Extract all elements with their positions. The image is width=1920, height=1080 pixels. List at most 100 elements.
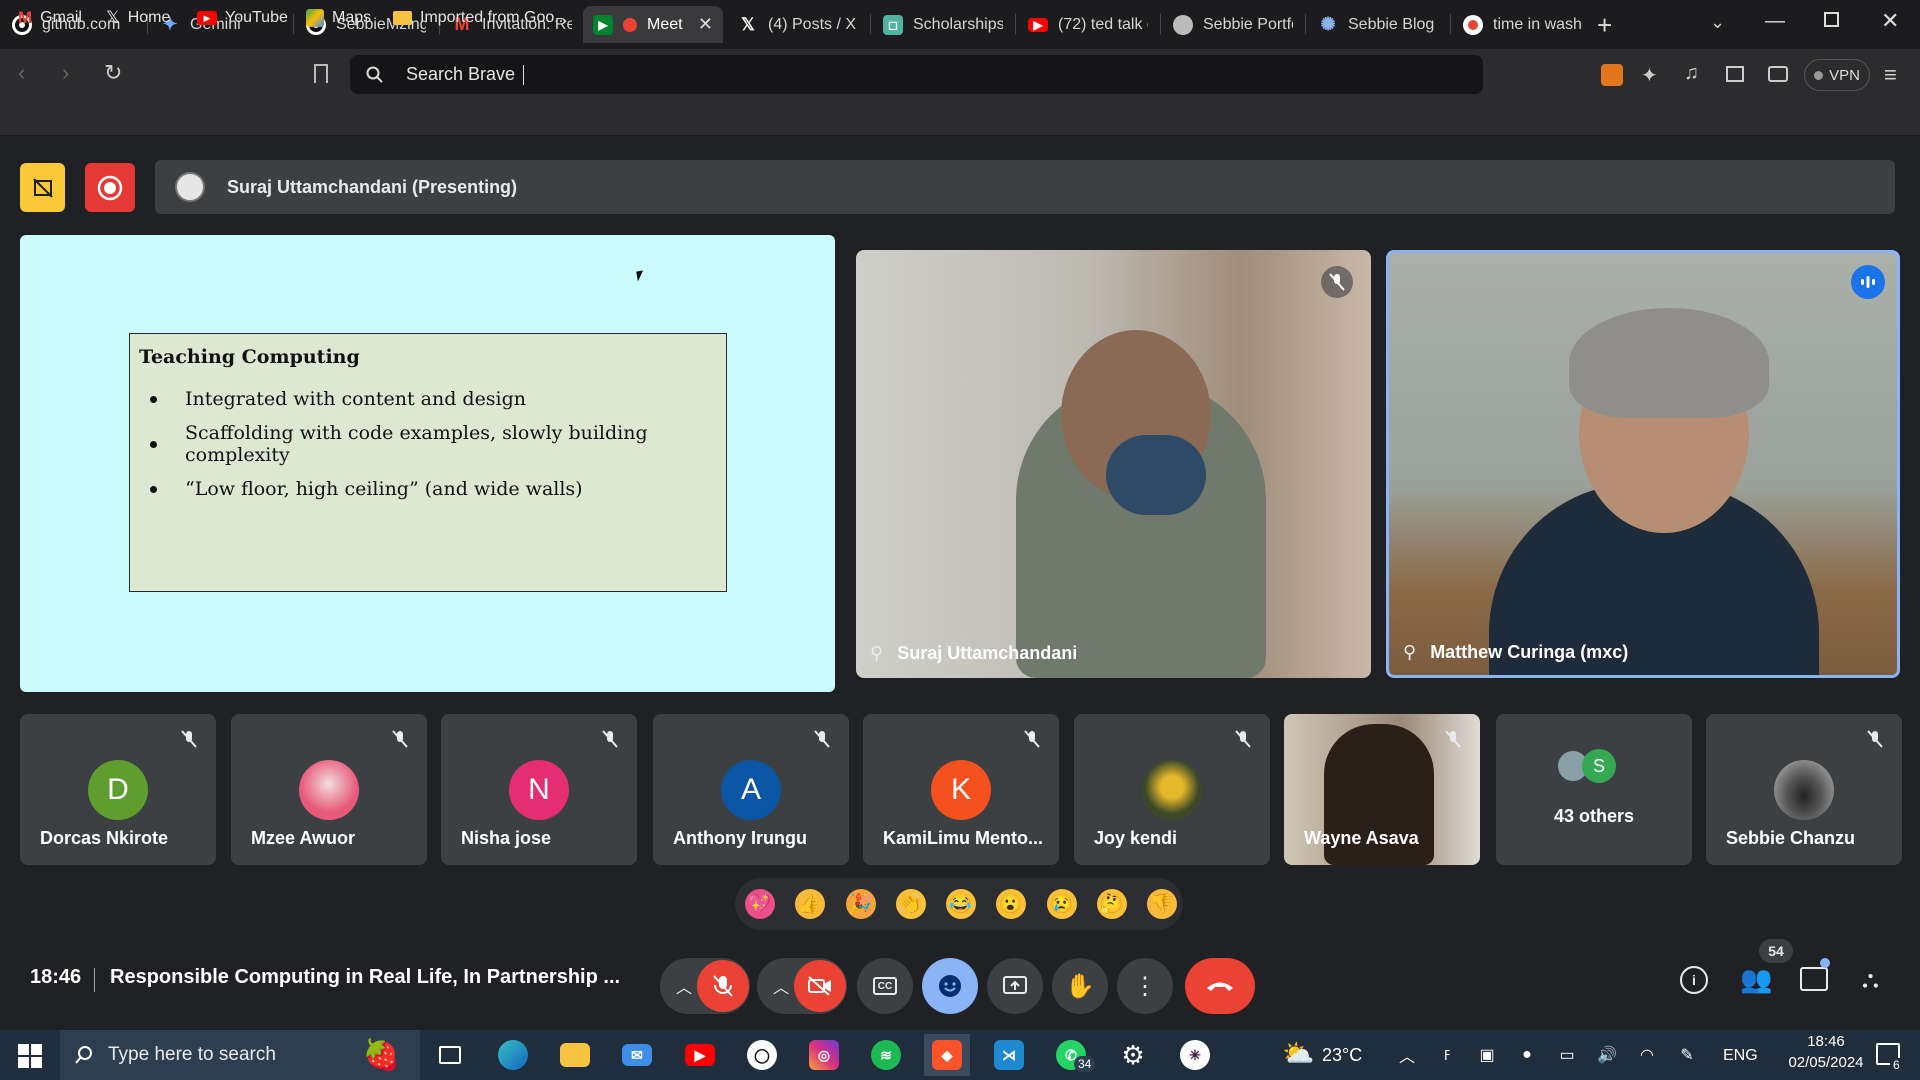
pin-icon[interactable]: ⚲: [1403, 642, 1416, 663]
extensions-icon[interactable]: ✦: [1641, 63, 1658, 88]
edge-icon[interactable]: [490, 1034, 536, 1076]
chat-icon[interactable]: [1800, 967, 1828, 991]
weather-icon[interactable]: ⛅: [1282, 1038, 1314, 1069]
bookmark-home[interactable]: 𝕏 Home: [106, 6, 170, 30]
clock[interactable]: 18:46 02/05/2024: [1780, 1033, 1872, 1071]
tab-youtube-ted[interactable]: ▶ (72) ted talk c: [1018, 6, 1158, 43]
tab-portfolio[interactable]: Sebbie Portfo: [1163, 6, 1303, 43]
minimize-icon[interactable]: —: [1765, 10, 1785, 33]
bookmark-label: Gmail: [40, 9, 82, 26]
pin-icon[interactable]: ⚲: [870, 643, 883, 664]
reaction-party-icon[interactable]: 🎉: [838, 878, 883, 930]
participant-tile-video[interactable]: Wayne Asava: [1284, 714, 1480, 865]
bookmark-folder-imported[interactable]: Imported from Goo...: [393, 6, 568, 30]
file-explorer-icon[interactable]: [552, 1034, 598, 1076]
reaction-heart-icon[interactable]: 💖: [737, 878, 782, 930]
slide-title: Teaching Computing: [139, 346, 360, 368]
participant-tile[interactable]: N Nisha jose: [441, 714, 637, 865]
camera-options-chevron-icon[interactable]: ︿: [773, 974, 789, 998]
reaction-thumbs-down-icon[interactable]: 👎: [1139, 878, 1184, 930]
video-tile-suraj[interactable]: ⚲ Suraj Uttamchandani: [856, 250, 1371, 678]
close-window-icon[interactable]: ✕: [1881, 8, 1899, 34]
slack-icon[interactable]: ✳: [1172, 1034, 1218, 1076]
tab-time-washington[interactable]: time in washi: [1453, 6, 1593, 43]
spotify-icon[interactable]: ≋: [863, 1034, 909, 1076]
mic-tray-icon[interactable]: ●: [1514, 1042, 1540, 1068]
participant-tile[interactable]: A Anthony Irungu: [653, 714, 849, 865]
address-bar[interactable]: Search Brave: [350, 55, 1483, 94]
wifi-icon[interactable]: ◠: [1634, 1042, 1660, 1068]
pen-icon[interactable]: ✎: [1674, 1042, 1700, 1068]
windows-start-icon[interactable]: [18, 1044, 42, 1068]
tray-chevron-icon[interactable]: ︿: [1394, 1042, 1420, 1068]
brave-icon[interactable]: ◆: [924, 1034, 970, 1076]
bookmark-icon[interactable]: [314, 64, 328, 83]
volume-icon[interactable]: 🔊: [1594, 1042, 1620, 1068]
activities-icon[interactable]: ⛬: [1862, 966, 1879, 994]
reaction-thumbs-up-icon[interactable]: 👍: [787, 878, 832, 930]
metamask-icon[interactable]: [1601, 64, 1623, 86]
tab-scholarships[interactable]: ◻ Scholarships: [873, 6, 1013, 43]
vpn-button[interactable]: VPN: [1804, 59, 1870, 91]
leave-call-button[interactable]: [1185, 958, 1255, 1014]
language-indicator[interactable]: ENG: [1723, 1047, 1758, 1065]
tab-blog[interactable]: ✺ Sebbie Blog: [1308, 6, 1448, 43]
people-icon[interactable]: 👥: [1740, 964, 1772, 995]
new-tab-icon[interactable]: +: [1597, 10, 1612, 41]
bookmark-youtube[interactable]: ▶ YouTube: [197, 6, 288, 30]
tile-label: ⚲ Matthew Curinga (mxc): [1403, 642, 1628, 663]
tray-app-icon[interactable]: ߓ: [1434, 1042, 1460, 1068]
tab-x-posts[interactable]: 𝕏 (4) Posts / X: [728, 6, 868, 43]
taskbar-search-box[interactable]: Type here to search 🍓: [60, 1030, 420, 1080]
participant-tile[interactable]: D Dorcas Nkirote: [20, 714, 216, 865]
recording-button[interactable]: [85, 163, 135, 212]
reaction-laugh-icon[interactable]: 😂: [938, 878, 983, 930]
mic-options-chevron-icon[interactable]: ︿: [676, 974, 692, 998]
participant-tile[interactable]: Mzee Awuor: [231, 714, 427, 865]
battery-icon[interactable]: ▭: [1554, 1042, 1580, 1068]
meeting-tools-button[interactable]: [20, 163, 65, 212]
emoji-button[interactable]: [922, 958, 978, 1014]
settings-icon[interactable]: ⚙: [1110, 1034, 1156, 1076]
reaction-thinking-icon[interactable]: 🤔: [1089, 878, 1134, 930]
participant-tile[interactable]: Sebbie Chanzu: [1706, 714, 1902, 865]
camera-tray-icon[interactable]: ▣: [1474, 1042, 1500, 1068]
task-view-icon[interactable]: [427, 1034, 473, 1076]
youtube-icon: ▶: [197, 11, 217, 25]
more-options-button[interactable]: ⋮: [1117, 958, 1173, 1014]
bookmark-label: Imported from Goo...: [420, 9, 568, 26]
maximize-icon[interactable]: [1824, 12, 1839, 27]
participant-tile[interactable]: Joy kendi: [1074, 714, 1270, 865]
video-tile-matthew[interactable]: ⚲ Matthew Curinga (mxc): [1386, 250, 1900, 678]
present-button[interactable]: [987, 958, 1043, 1014]
wallet-icon[interactable]: [1768, 66, 1788, 82]
mic-button[interactable]: [697, 960, 749, 1012]
raise-hand-button[interactable]: ✋: [1052, 958, 1108, 1014]
youtube-icon[interactable]: ▶: [677, 1034, 723, 1076]
mail-icon[interactable]: ✉: [614, 1034, 660, 1076]
whatsapp-icon[interactable]: ◯: [739, 1034, 785, 1076]
menu-icon[interactable]: ≡: [1884, 62, 1897, 88]
tab-search-chevron-icon[interactable]: ⌄: [1710, 12, 1725, 33]
captions-button[interactable]: CC: [857, 958, 913, 1014]
reaction-surprised-icon[interactable]: 😮: [988, 878, 1033, 930]
close-tab-icon[interactable]: ✕: [698, 14, 713, 35]
reload-icon[interactable]: ↻: [104, 60, 122, 86]
info-icon[interactable]: i: [1680, 966, 1708, 994]
tab-meet[interactable]: ▶ Meet ✕: [583, 6, 723, 43]
reaction-clap-icon[interactable]: 👏: [888, 878, 933, 930]
bookmark-maps[interactable]: Maps: [306, 6, 371, 30]
participant-tile[interactable]: K KamiLimu Mento...: [863, 714, 1059, 865]
whatsapp-desktop-icon[interactable]: ✆ 34: [1048, 1034, 1096, 1076]
music-icon[interactable]: ♫: [1684, 62, 1699, 85]
vscode-icon[interactable]: ⋊: [986, 1034, 1032, 1076]
reaction-sad-icon[interactable]: 😢: [1039, 878, 1084, 930]
others-tile[interactable]: S 43 others: [1496, 714, 1692, 865]
forward-icon[interactable]: ›: [62, 60, 69, 86]
bookmark-gmail[interactable]: M Gmail: [18, 6, 82, 30]
sidebar-icon[interactable]: [1726, 66, 1744, 82]
youtube-icon: ▶: [1028, 17, 1048, 32]
instagram-icon[interactable]: ◎: [801, 1034, 847, 1076]
back-icon[interactable]: ‹: [18, 60, 25, 86]
camera-button[interactable]: [794, 960, 846, 1012]
